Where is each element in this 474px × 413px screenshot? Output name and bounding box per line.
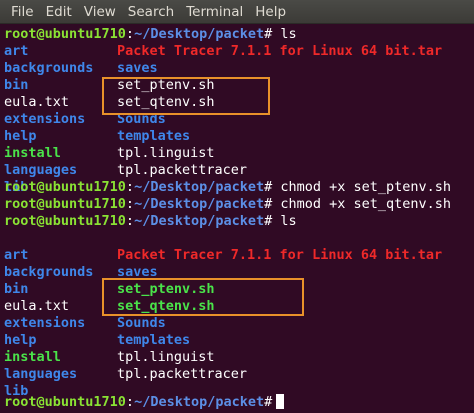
file-entry: art xyxy=(4,43,29,59)
ls-row: extensions Sounds xyxy=(4,315,166,332)
file-entry: languages xyxy=(4,366,78,382)
ls-row: languages tpl.packettracer xyxy=(4,366,247,383)
file-entry: backgrounds xyxy=(4,60,94,76)
menu-help[interactable]: Help xyxy=(249,0,292,24)
prompt-separator: : xyxy=(125,394,135,410)
prompt-user-host: root@ubuntu1710 xyxy=(4,213,126,229)
ls-row: help templates xyxy=(4,128,190,145)
ls-row: bin set_ptenv.sh xyxy=(4,77,215,94)
file-entry: bin xyxy=(4,77,29,93)
menu-view[interactable]: View xyxy=(78,0,122,24)
file-entry: install xyxy=(4,145,61,161)
file-entry: install xyxy=(4,349,61,365)
menu-edit[interactable]: Edit xyxy=(40,0,78,24)
file-entry: Packet Tracer 7.1.1 for Linux 64 bit.tar xyxy=(117,43,443,59)
ls-row: help templates xyxy=(4,332,190,349)
prompt-user-host: root@ubuntu1710 xyxy=(4,179,126,195)
command-text: chmod +x set_ptenv.sh xyxy=(272,179,452,195)
ls-row: languages tpl.packettracer xyxy=(4,162,247,179)
file-entry: eula.txt xyxy=(4,94,70,110)
prompt-separator: : xyxy=(125,179,135,195)
file-entry: templates xyxy=(117,332,191,348)
prompt-user-host: root@ubuntu1710 xyxy=(4,26,126,42)
prompt-line: root@ubuntu1710:~/Desktop/packet# ls xyxy=(4,26,297,43)
command-text: ls xyxy=(272,26,297,42)
ls-row: art Packet Tracer 7.1.1 for Linux 64 bit.… xyxy=(4,43,442,60)
prompt-path: ~/Desktop/packet xyxy=(134,394,265,410)
prompt-line: root@ubuntu1710:~/Desktop/packet# xyxy=(4,394,285,411)
file-entry: bin xyxy=(4,281,29,297)
menu-search[interactable]: Search xyxy=(122,0,180,24)
file-entry: help xyxy=(4,128,37,144)
prompt-line: root@ubuntu1710:~/Desktop/packet# ls xyxy=(4,213,297,230)
prompt-user-host: root@ubuntu1710 xyxy=(4,196,126,212)
prompt-separator: : xyxy=(125,196,135,212)
text-cursor xyxy=(276,394,285,409)
prompt-path: ~/Desktop/packet xyxy=(134,196,265,212)
ls-row: eula.txt set_qtenv.sh xyxy=(4,94,215,111)
prompt-line: root@ubuntu1710:~/Desktop/packet# chmod … xyxy=(4,179,451,196)
highlight-box-before-chmod xyxy=(102,77,270,115)
file-entry: eula.txt xyxy=(4,298,70,314)
file-entry: extensions xyxy=(4,111,86,127)
prompt-separator: : xyxy=(125,26,135,42)
file-entry: tpl.linguist xyxy=(117,349,215,365)
ls-row: install tpl.linguist xyxy=(4,145,215,162)
file-entry: saves xyxy=(117,60,158,76)
file-entry: tpl.linguist xyxy=(117,145,215,161)
ls-row: backgrounds saves xyxy=(4,60,158,77)
file-entry: languages xyxy=(4,162,78,178)
prompt-separator: : xyxy=(125,213,135,229)
file-entry: art xyxy=(4,247,29,263)
ls-row: install tpl.linguist xyxy=(4,349,215,366)
prompt-path: ~/Desktop/packet xyxy=(134,179,265,195)
file-entry: help xyxy=(4,332,37,348)
command-text: ls xyxy=(272,213,297,229)
highlight-box-after-chmod xyxy=(102,278,304,316)
file-entry: extensions xyxy=(4,315,86,331)
terminal-output[interactable]: root@ubuntu1710:~/Desktop/packet# ls art… xyxy=(0,24,474,413)
menu-file[interactable]: File xyxy=(5,0,40,24)
ls-row: extensions Sounds xyxy=(4,111,166,128)
ls-row: eula.txt set_qtenv.sh xyxy=(4,298,215,315)
command-text: chmod +x set_qtenv.sh xyxy=(272,196,452,212)
file-entry: Sounds xyxy=(117,315,166,331)
menu-bar: File Edit View Search Terminal Help xyxy=(0,0,474,24)
prompt-user-host: root@ubuntu1710 xyxy=(4,394,126,410)
file-entry: tpl.packettracer xyxy=(117,366,248,382)
prompt-line: root@ubuntu1710:~/Desktop/packet# chmod … xyxy=(4,196,451,213)
menu-terminal[interactable]: Terminal xyxy=(180,0,249,24)
file-entry: tpl.packettracer xyxy=(117,162,248,178)
ls-row: backgrounds saves xyxy=(4,264,158,281)
prompt-symbol: # xyxy=(264,394,273,410)
ls-row: bin set_ptenv.sh xyxy=(4,281,215,298)
prompt-path: ~/Desktop/packet xyxy=(134,213,265,229)
file-entry: templates xyxy=(117,128,191,144)
prompt-path: ~/Desktop/packet xyxy=(134,26,265,42)
ls-row: art Packet Tracer 7.1.1 for Linux 64 bit.… xyxy=(4,247,442,264)
file-entry: Packet Tracer 7.1.1 for Linux 64 bit.tar xyxy=(117,247,443,263)
file-entry: backgrounds xyxy=(4,264,94,280)
